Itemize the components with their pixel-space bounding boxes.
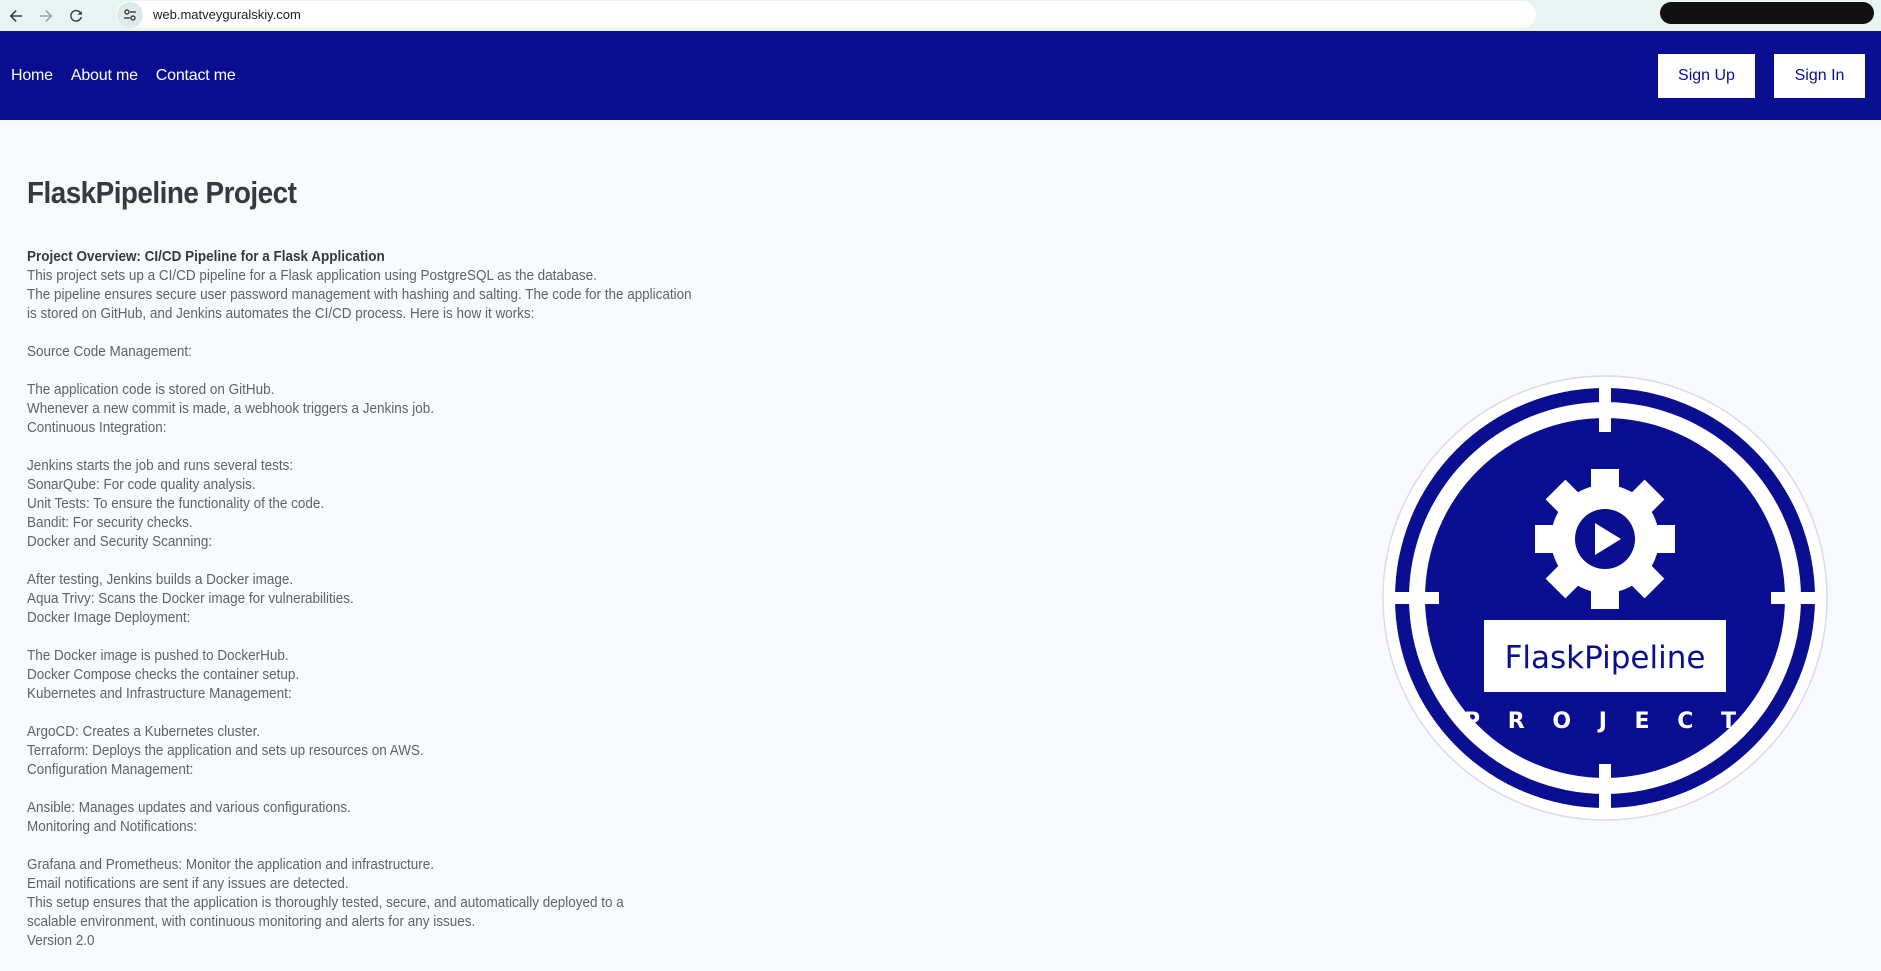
content-line: Kubernetes and Infrastructure Management… xyxy=(27,686,292,702)
content-line: Jenkins starts the job and runs several … xyxy=(27,458,294,474)
forward-arrow-icon[interactable] xyxy=(32,2,60,30)
content-line: Aqua Trivy: Scans the Docker image for v… xyxy=(27,591,354,607)
address-bar[interactable]: web.matveyguralskiy.com xyxy=(116,1,1536,28)
content-line: Grafana and Prometheus: Monitor the appl… xyxy=(27,857,435,873)
content-line: Whenever a new commit is made, a webhook… xyxy=(27,401,434,417)
content-line: Bandit: For security checks. xyxy=(27,515,193,531)
content-line: Source Code Management: xyxy=(27,344,192,360)
redacted-area xyxy=(1660,2,1874,24)
project-logo: FlaskPipeline P R O J E C T xyxy=(1381,374,1829,822)
content-line: Email notifications are sent if any issu… xyxy=(27,876,349,892)
content-line: Docker Image Deployment: xyxy=(27,610,191,626)
content-line: Terraform: Deploys the application and s… xyxy=(27,743,424,759)
content-line: Docker and Security Scanning: xyxy=(27,534,213,550)
reload-icon[interactable] xyxy=(62,2,90,30)
content-line: The pipeline ensures secure user passwor… xyxy=(27,287,692,303)
site-header: Home About me Contact me Sign Up Sign In xyxy=(0,31,1881,120)
content-line: SonarQube: For code quality analysis. xyxy=(27,477,256,493)
main-content: FlaskPipeline Project Project Overview: … xyxy=(27,120,827,951)
content-line: This setup ensures that the application … xyxy=(27,895,624,911)
content-line: Configuration Management: xyxy=(27,762,194,778)
logo-title: FlaskPipeline xyxy=(1505,640,1706,676)
url-text: web.matveyguralskiy.com xyxy=(153,7,301,22)
content-line: is stored on GitHub, and Jenkins automat… xyxy=(27,306,535,322)
site-info-icon[interactable] xyxy=(117,1,143,28)
back-arrow-icon[interactable] xyxy=(2,2,30,30)
content-line: After testing, Jenkins builds a Docker i… xyxy=(27,572,294,588)
page-title: FlaskPipeline Project xyxy=(27,175,297,210)
nav-home-link[interactable]: Home xyxy=(11,67,53,85)
content-line: This project sets up a CI/CD pipeline fo… xyxy=(27,268,597,284)
content-line: Version 2.0 xyxy=(27,933,95,949)
nav-contact-link[interactable]: Contact me xyxy=(156,67,236,85)
auth-buttons: Sign Up Sign In xyxy=(1658,53,1865,98)
sign-up-button[interactable]: Sign Up xyxy=(1658,53,1755,98)
logo-subtitle: P R O J E C T xyxy=(1464,709,1746,734)
content-line: scalable environment, with continuous mo… xyxy=(27,914,476,930)
content-line: Docker Compose checks the container setu… xyxy=(27,667,300,683)
content-line: The Docker image is pushed to DockerHub. xyxy=(27,648,289,664)
content-line: The application code is stored on GitHub… xyxy=(27,382,275,398)
content-line: Unit Tests: To ensure the functionality … xyxy=(27,496,325,512)
nav-about-link[interactable]: About me xyxy=(71,67,138,85)
content-line: Ansible: Manages updates and various con… xyxy=(27,800,351,816)
sign-in-button[interactable]: Sign In xyxy=(1774,53,1865,98)
main-nav: Home About me Contact me xyxy=(11,67,254,85)
overview-heading: Project Overview: CI/CD Pipeline for a F… xyxy=(27,249,385,265)
project-description: Project Overview: CI/CD Pipeline for a F… xyxy=(27,248,752,951)
content-line: ArgoCD: Creates a Kubernetes cluster. xyxy=(27,724,261,740)
content-line: Monitoring and Notifications: xyxy=(27,819,198,835)
gear-icon xyxy=(1535,469,1675,609)
browser-toolbar: web.matveyguralskiy.com xyxy=(0,0,1881,31)
content-line: Continuous Integration: xyxy=(27,420,167,436)
